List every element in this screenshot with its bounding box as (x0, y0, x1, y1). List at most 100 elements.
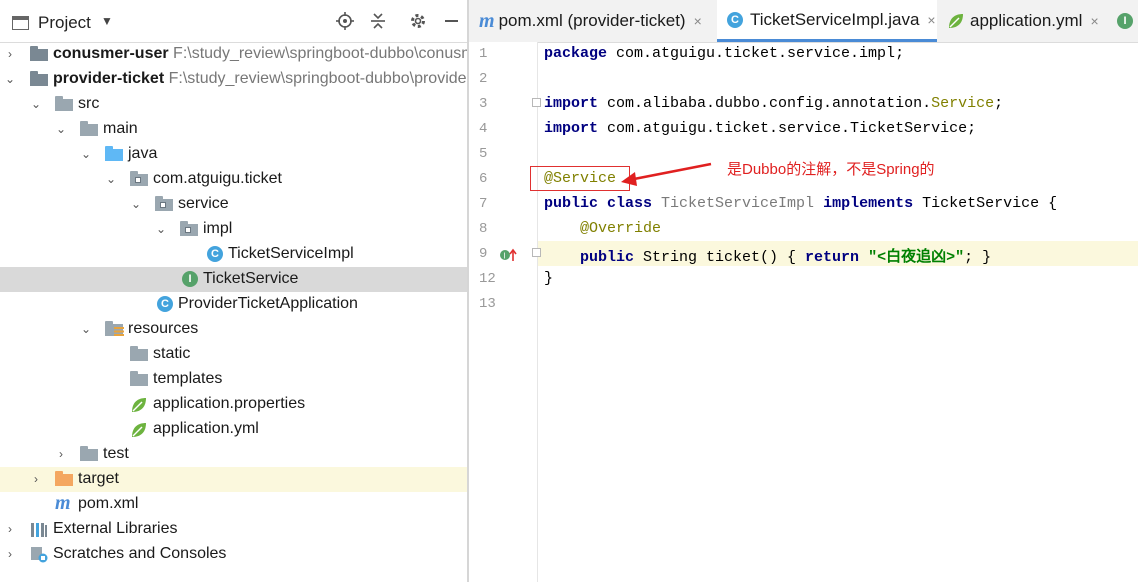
tree-item-provider-ticket[interactable]: ⌄ provider-ticket F:\study_review\spring… (0, 67, 467, 92)
tab-label: TicketServiceImpl.java (750, 9, 920, 29)
tree-item-application-yml[interactable]: application.yml (0, 417, 467, 442)
tree-item-label: service (178, 195, 229, 212)
code-line: public String ticket() { return "<白夜追凶>"… (580, 249, 992, 266)
code-line: public class TicketServiceImpl implement… (544, 195, 1058, 212)
tree-item-application-properties[interactable]: application.properties (0, 392, 467, 417)
chevron-down-icon[interactable]: ⌄ (105, 171, 117, 187)
close-icon[interactable]: × (1090, 13, 1098, 29)
maven-icon: m (479, 9, 495, 32)
tree-item-pom-xml[interactable]: m pom.xml (0, 492, 467, 517)
tab-label: application.yml (970, 11, 1083, 30)
chevron-down-icon[interactable]: ⌄ (55, 121, 67, 137)
project-window-icon (12, 16, 29, 30)
implements-gutter-icon[interactable]: I (499, 248, 517, 267)
tree-item-target[interactable]: › target (0, 467, 467, 492)
fold-marker-icon[interactable] (532, 248, 541, 257)
tree-item-java[interactable]: ⌄ java (0, 142, 467, 167)
tab-application-yml[interactable]: application.yml × (939, 0, 1109, 42)
chevron-down-icon[interactable]: ⌄ (30, 96, 42, 112)
annotation-note: 是Dubbo的注解，不是Spring的 (727, 161, 935, 178)
source-folder-icon (105, 146, 123, 161)
package-icon (180, 221, 198, 236)
package-icon (130, 171, 148, 186)
line-number: 4 (479, 121, 488, 137)
collapse-all-icon[interactable] (367, 10, 389, 32)
tab-ticketserviceimpl-java[interactable]: C TicketServiceImpl.java × (717, 0, 937, 42)
tree-item-main[interactable]: ⌄ main (0, 117, 467, 142)
resources-folder-icon (105, 321, 124, 336)
code-line: package com.atguigu.ticket.service.impl; (544, 45, 905, 62)
annotation-arrow (621, 162, 712, 186)
tree-item-label: ProviderTicketApplication (178, 295, 358, 312)
excluded-folder-icon (55, 471, 73, 486)
close-icon[interactable]: × (927, 12, 935, 28)
chevron-right-icon[interactable]: › (30, 471, 42, 487)
tree-item-label: provider-ticket (53, 70, 165, 87)
class-icon: C (727, 11, 743, 28)
line-number: 12 (479, 271, 496, 287)
chevron-right-icon[interactable]: › (4, 546, 16, 562)
tree-item-label: target (78, 470, 119, 487)
editor-tab-bar: m pom.xml (provider-ticket) × C TicketSe… (469, 0, 1138, 43)
chevron-down-icon[interactable]: ⌄ (155, 221, 167, 237)
code-line: @Override (580, 220, 662, 237)
library-icon (30, 521, 48, 538)
tree-item-external-libraries[interactable]: › External Libraries (0, 517, 467, 542)
line-number: 5 (479, 146, 488, 162)
folder-icon (130, 346, 148, 361)
tree-item-src[interactable]: ⌄ src (0, 92, 467, 117)
line-number: 2 (479, 71, 488, 87)
project-view-selector[interactable]: Project (38, 13, 91, 33)
line-number: 6 (479, 171, 488, 187)
tree-item-label: Scratches and Consoles (53, 545, 227, 562)
chevron-right-icon[interactable]: › (55, 446, 67, 462)
locate-icon[interactable] (334, 10, 356, 32)
tree-item-conusmer-user[interactable]: › conusmer-user F:\study_review\springbo… (0, 42, 467, 67)
tree-item-service[interactable]: ⌄ service (0, 192, 467, 217)
chevron-right-icon[interactable]: › (4, 46, 16, 62)
tree-item-label: conusmer-user (53, 45, 169, 62)
folder-icon (130, 371, 148, 386)
class-icon: C (207, 246, 223, 262)
tab-interface-overflow[interactable]: I (1113, 0, 1138, 42)
tree-item-com-atguigu-ticket[interactable]: ⌄ com.atguigu.ticket (0, 167, 467, 192)
module-path: F:\study_review\springboot-dubbo\conusme… (173, 45, 467, 62)
tree-item-ticketserviceimpl[interactable]: C TicketServiceImpl (0, 242, 467, 267)
tree-item-label: External Libraries (53, 520, 178, 537)
code-line: import com.alibaba.dubbo.config.annotati… (544, 95, 1004, 112)
gear-icon[interactable] (407, 10, 429, 32)
chevron-down-icon[interactable]: ⌄ (80, 321, 92, 337)
tab-pom-xml[interactable]: m pom.xml (provider-ticket) × (469, 0, 715, 42)
close-icon[interactable]: × (694, 13, 702, 29)
tree-item-templates[interactable]: templates (0, 367, 467, 392)
module-folder-icon (30, 46, 48, 61)
tree-item-label: TicketService (203, 270, 299, 287)
chevron-right-icon[interactable]: › (4, 521, 16, 537)
tree-item-resources[interactable]: ⌄ resources (0, 317, 467, 342)
interface-icon: I (182, 271, 198, 287)
tab-label: pom.xml (provider-ticket) (498, 11, 686, 30)
folder-icon (55, 96, 73, 111)
chevron-down-icon[interactable]: ⌄ (80, 146, 92, 162)
module-folder-icon (30, 71, 48, 86)
tree-item-providerticketapplication[interactable]: C ProviderTicketApplication (0, 292, 467, 317)
tree-item-scratches-and-consoles[interactable]: › Scratches and Consoles (0, 542, 467, 567)
hide-panel-icon[interactable] (440, 10, 462, 32)
tree-item-static[interactable]: static (0, 342, 467, 367)
scratches-icon (30, 546, 48, 563)
tree-item-impl[interactable]: ⌄ impl (0, 217, 467, 242)
tree-item-label: com.atguigu.ticket (153, 170, 282, 187)
chevron-down-icon[interactable]: ⌄ (130, 196, 142, 212)
chevron-down-icon[interactable]: ⌄ (4, 71, 16, 87)
fold-marker-icon[interactable] (532, 98, 541, 107)
annotation-highlight-box (530, 166, 630, 191)
tree-item-label: TicketServiceImpl (228, 245, 354, 262)
line-number: 7 (479, 196, 488, 212)
tree-item-ticketservice[interactable]: I TicketService (0, 267, 467, 292)
tree-item-test[interactable]: › test (0, 442, 467, 467)
line-number: 3 (479, 96, 488, 112)
tree-item-label: static (153, 345, 191, 362)
editor-area: m pom.xml (provider-ticket) × C TicketSe… (469, 0, 1138, 582)
interface-icon: I (1117, 13, 1133, 29)
chevron-down-icon[interactable]: ▼ (101, 14, 113, 28)
